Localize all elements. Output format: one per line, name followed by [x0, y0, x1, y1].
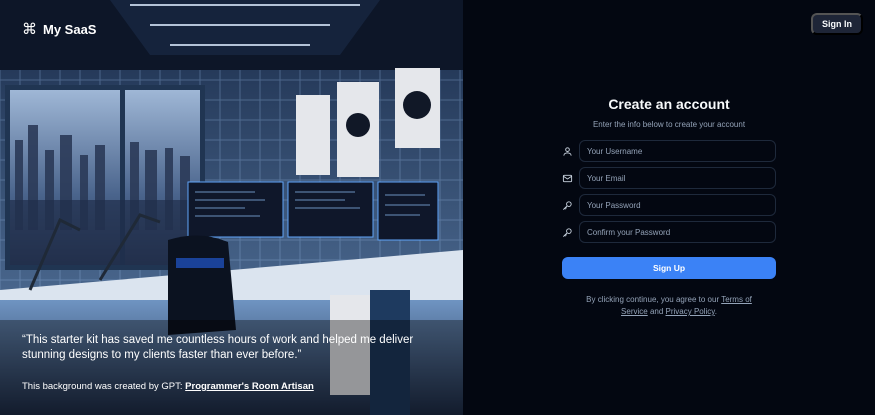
username-input[interactable]	[579, 140, 776, 162]
terms-and: and	[647, 307, 666, 316]
sign-in-button[interactable]: Sign In	[811, 13, 863, 35]
command-icon: ⌘	[22, 20, 37, 38]
brand-name: My SaaS	[43, 22, 97, 37]
form-subtitle: Enter the info below to create your acco…	[592, 120, 746, 129]
email-row	[562, 167, 776, 189]
hero-panel: ⌘ My SaaS “This starter kit has saved me…	[0, 0, 463, 415]
mail-icon	[562, 167, 579, 189]
privacy-link[interactable]: Privacy Policy	[666, 307, 715, 316]
user-icon	[562, 140, 579, 162]
testimonial-quote: “This starter kit has saved me countless…	[22, 334, 414, 361]
credit-prefix: This background was created by GPT:	[22, 381, 186, 392]
auth-panel: Sign In Create an account Enter the info…	[463, 0, 875, 415]
username-row	[562, 140, 776, 162]
form-fields	[562, 140, 776, 243]
key-icon	[562, 221, 579, 243]
background-credit: This background was created by GPT: Prog…	[22, 381, 314, 392]
signup-form: Create an account Enter the info below t…	[562, 96, 776, 318]
form-title: Create an account	[608, 96, 730, 112]
sign-up-button[interactable]: Sign Up	[562, 257, 776, 279]
password-input[interactable]	[579, 194, 776, 216]
confirm-password-input[interactable]	[579, 221, 776, 243]
brand-logo[interactable]: ⌘ My SaaS	[22, 20, 97, 38]
password-row	[562, 194, 776, 216]
key-icon	[562, 194, 579, 216]
terms-notice: By clicking continue, you agree to our T…	[562, 294, 776, 318]
credit-link[interactable]: Programmer's Room Artisan	[185, 381, 314, 392]
email-input[interactable]	[579, 167, 776, 189]
terms-suffix: .	[714, 307, 717, 316]
confirm-password-row	[562, 221, 776, 243]
terms-prefix: By clicking continue, you agree to our	[586, 295, 722, 304]
